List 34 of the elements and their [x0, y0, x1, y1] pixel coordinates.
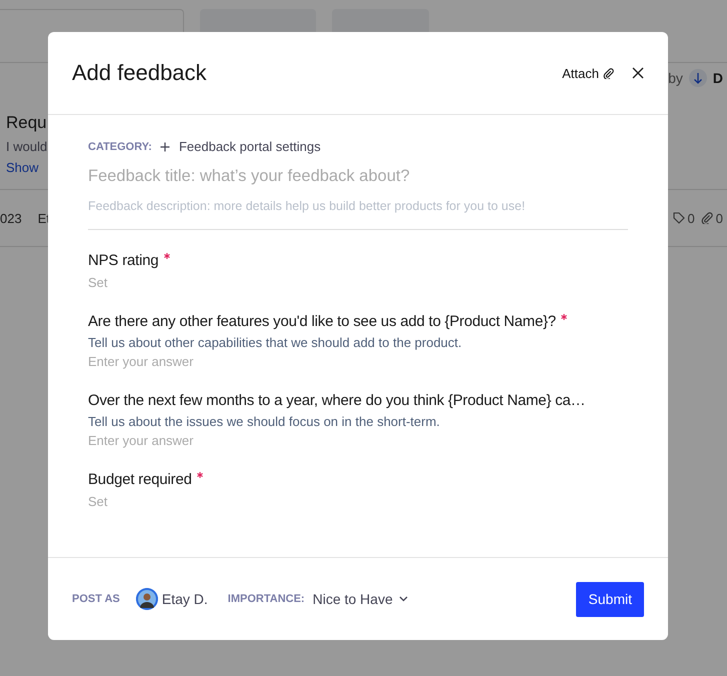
- importance-dropdown[interactable]: Nice to Have: [312, 591, 408, 607]
- question-label: NPS rating: [88, 252, 159, 269]
- user-name: Etay D.: [162, 591, 208, 607]
- date-text: 023: [0, 210, 22, 226]
- answer-field[interactable]: Enter your answer: [88, 433, 628, 448]
- importance-label: IMPORTANCE:: [228, 593, 305, 605]
- chevron-down-icon: [398, 596, 408, 602]
- paperclip-icon: [700, 212, 713, 224]
- arrow-down-icon[interactable]: [692, 72, 703, 84]
- close-button[interactable]: [632, 67, 644, 79]
- question-label: Budget required: [88, 471, 192, 488]
- question-description: Tell us about other capabilities that we should add to the product.: [88, 335, 463, 350]
- feedback-title: Requ: [6, 113, 47, 133]
- tag-count: 0: [688, 210, 695, 226]
- question-description: Tell us about the issues we should focus on in the short-term.: [88, 414, 441, 429]
- attachment-count: 0: [716, 210, 723, 226]
- sort-value[interactable]: D: [712, 70, 723, 86]
- category-label: CATEGORY:: [88, 140, 152, 152]
- question-label: Are there any other features you'd like to see us add to {Product Name}?: [88, 313, 556, 330]
- tag-icon: [672, 212, 685, 224]
- answer-field[interactable]: Enter your answer: [88, 354, 628, 369]
- close-icon: [632, 67, 644, 79]
- plus-icon: [160, 142, 170, 152]
- category-picker[interactable]: Feedback portal settings: [160, 139, 321, 154]
- question-label: Over the next few months to a year, where do you think {Product Name} ca…: [88, 392, 586, 409]
- post-as-label: POST AS: [72, 593, 120, 605]
- submit-button[interactable]: Submit: [576, 582, 644, 616]
- paperclip-icon: [603, 68, 614, 78]
- sort-label: by: [668, 70, 683, 86]
- dialog-title: Add feedback: [72, 60, 208, 86]
- show-more-link[interactable]: Show: [6, 160, 39, 175]
- attach-button[interactable]: Attach: [562, 66, 614, 80]
- avatar-icon[interactable]: [136, 588, 158, 610]
- feedback-text: I would: [6, 139, 48, 154]
